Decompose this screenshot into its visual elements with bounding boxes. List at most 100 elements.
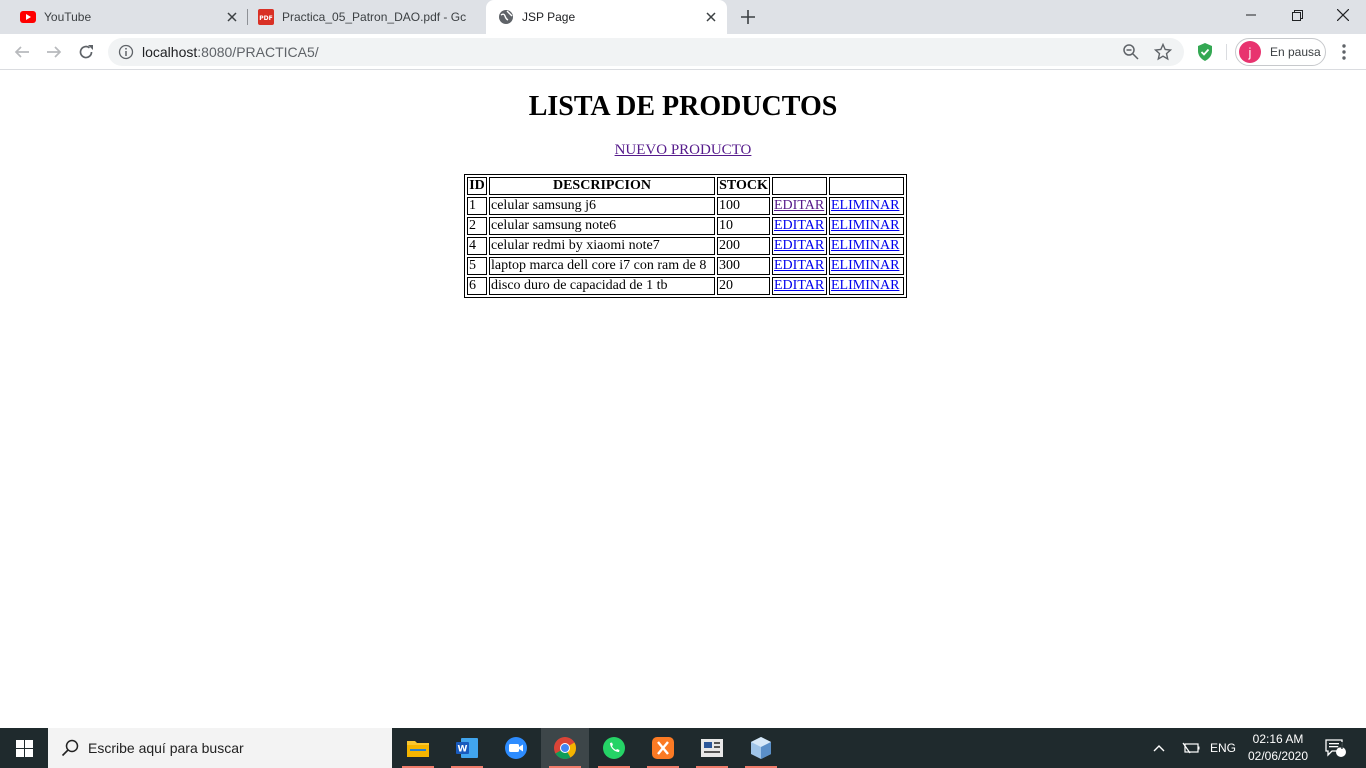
profile-button[interactable]: j En pausa [1235,38,1326,66]
tab-jsp-page[interactable]: JSP Page [486,0,727,34]
table-row: 6 disco duro de capacidad de 1 tb 20 EDITAR… [467,277,904,295]
tab-pdf[interactable]: PDF Practica_05_Patron_DAO.pdf - Gc [248,0,486,34]
edit-link[interactable]: EDITAR [774,198,824,213]
avatar: j [1239,41,1261,63]
globe-icon [498,9,514,25]
delete-link[interactable]: ELIMINAR [831,238,899,253]
svg-text:PDF: PDF [259,15,272,22]
word-icon[interactable]: W [443,728,491,768]
notification-count: 4 [1338,741,1344,752]
cell-stock: 300 [717,257,770,275]
new-tab-icon[interactable] [738,7,758,27]
cell-stock: 20 [717,277,770,295]
chrome-icon[interactable] [541,728,589,768]
new-product-link[interactable]: NUEVO PRODUCTO [615,142,752,158]
show-hidden-icons-icon[interactable] [1148,728,1170,768]
whatsapp-icon[interactable] [590,728,638,768]
column-header-edit [772,177,827,195]
cell-delete: ELIMINAR [829,197,904,215]
search-placeholder: Escribe aquí para buscar [88,740,244,756]
edit-link[interactable]: EDITAR [774,218,824,233]
cell-id: 4 [467,237,487,255]
cell-delete: ELIMINAR [829,277,904,295]
browser-toolbar: localhost:8080/PRACTICA5/ j En pausa [0,34,1366,70]
more-menu-icon[interactable] [1334,42,1354,62]
battery-network-icon[interactable] [1178,728,1204,768]
cell-stock: 200 [717,237,770,255]
cell-edit: EDITAR [772,277,827,295]
cell-edit: EDITAR [772,257,827,275]
table-header-row: ID DESCRIPCION STOCK [467,177,904,195]
close-window-icon[interactable] [1320,0,1366,30]
shield-extension-icon[interactable] [1195,42,1215,62]
cell-descripcion: celular samsung j6 [489,197,715,215]
back-icon[interactable] [10,40,34,64]
cell-descripcion: disco duro de capacidad de 1 tb [489,277,715,295]
reload-icon[interactable] [74,40,98,64]
cell-descripcion: celular samsung note6 [489,217,715,235]
language-indicator[interactable]: ENG [1208,728,1238,768]
page-title: LISTA DE PRODUCTOS [528,91,838,122]
news-icon[interactable] [688,728,736,768]
toolbar-divider [1226,44,1227,60]
url-text[interactable]: localhost:8080/PRACTICA5/ [142,44,319,60]
address-bar[interactable]: localhost:8080/PRACTICA5/ [108,38,1184,66]
cell-edit: EDITAR [772,237,827,255]
close-tab-icon[interactable] [224,9,240,25]
file-explorer-icon[interactable] [394,728,442,768]
cell-id: 2 [467,217,487,235]
cell-descripcion: celular redmi by xiaomi note7 [489,237,715,255]
edit-link[interactable]: EDITAR [774,278,824,293]
svg-text:W: W [458,745,468,755]
cell-delete: ELIMINAR [829,217,904,235]
bookmark-star-icon[interactable] [1153,42,1173,61]
clock-date: 02/06/2020 [1247,749,1309,763]
tab-strip: YouTube PDF Practica_05_Patron_DAO.pdf -… [0,0,1366,34]
tab-title: Practica_05_Patron_DAO.pdf - Gc [282,10,467,24]
clock[interactable]: 02:16 AM 02/06/2020 [1240,731,1316,765]
table-row: 4 celular redmi by xiaomi note7 200 EDITAR E… [467,237,904,255]
column-header-delete [829,177,904,195]
new-product-link-wrap: NUEVO PRODUCTO [0,142,1366,159]
cell-delete: ELIMINAR [829,257,904,275]
cell-edit: EDITAR [772,197,827,215]
forward-icon[interactable] [42,40,66,64]
cell-id: 5 [467,257,487,275]
cell-descripcion: laptop marca dell core i7 con ram de 8 [489,257,715,275]
column-header-id: ID [467,177,487,195]
table-row: 5 laptop marca dell core i7 con ram de 83… [467,257,904,275]
delete-link[interactable]: ELIMINAR [831,278,899,293]
url-host: localhost [142,44,198,60]
restore-icon[interactable] [1274,0,1320,30]
cell-delete: ELIMINAR [829,237,904,255]
delete-link[interactable]: ELIMINAR [831,218,899,233]
taskbar-search-box[interactable]: Escribe aquí para buscar [48,728,392,768]
close-tab-icon[interactable] [703,9,719,25]
profile-status-label: En pausa [1270,45,1321,59]
products-table: ID DESCRIPCION STOCK 1 celular samsung j6… [464,174,907,298]
edit-link[interactable]: EDITAR [774,238,824,253]
info-icon[interactable] [118,44,134,60]
virtualbox-icon[interactable] [737,728,785,768]
cell-stock: 10 [717,217,770,235]
tab-youtube[interactable]: YouTube [0,0,248,34]
youtube-icon [20,9,36,25]
taskbar: Escribe aquí para buscar W ENG 02:16 AM [0,728,1366,768]
cell-edit: EDITAR [772,217,827,235]
zoom-icon[interactable] [1122,43,1140,61]
edit-link[interactable]: EDITAR [774,258,824,273]
delete-link[interactable]: ELIMINAR [831,198,899,213]
tab-title: JSP Page [522,10,576,24]
search-icon [60,738,80,758]
zoom-app-icon[interactable] [492,728,540,768]
column-header-stock: STOCK [717,177,770,195]
notification-center-icon[interactable]: 4 [1320,728,1350,768]
xampp-icon[interactable] [639,728,687,768]
clock-time: 02:16 AM [1252,732,1304,746]
cell-id: 6 [467,277,487,295]
minimize-icon[interactable] [1228,0,1274,30]
windows-start-icon[interactable] [0,728,48,768]
delete-link[interactable]: ELIMINAR [831,258,899,273]
table-row: 2 celular samsung note6 10 EDITAR ELIMINAR [467,217,904,235]
table-row: 1 celular samsung j6 100 EDITAR ELIMINAR [467,197,904,215]
